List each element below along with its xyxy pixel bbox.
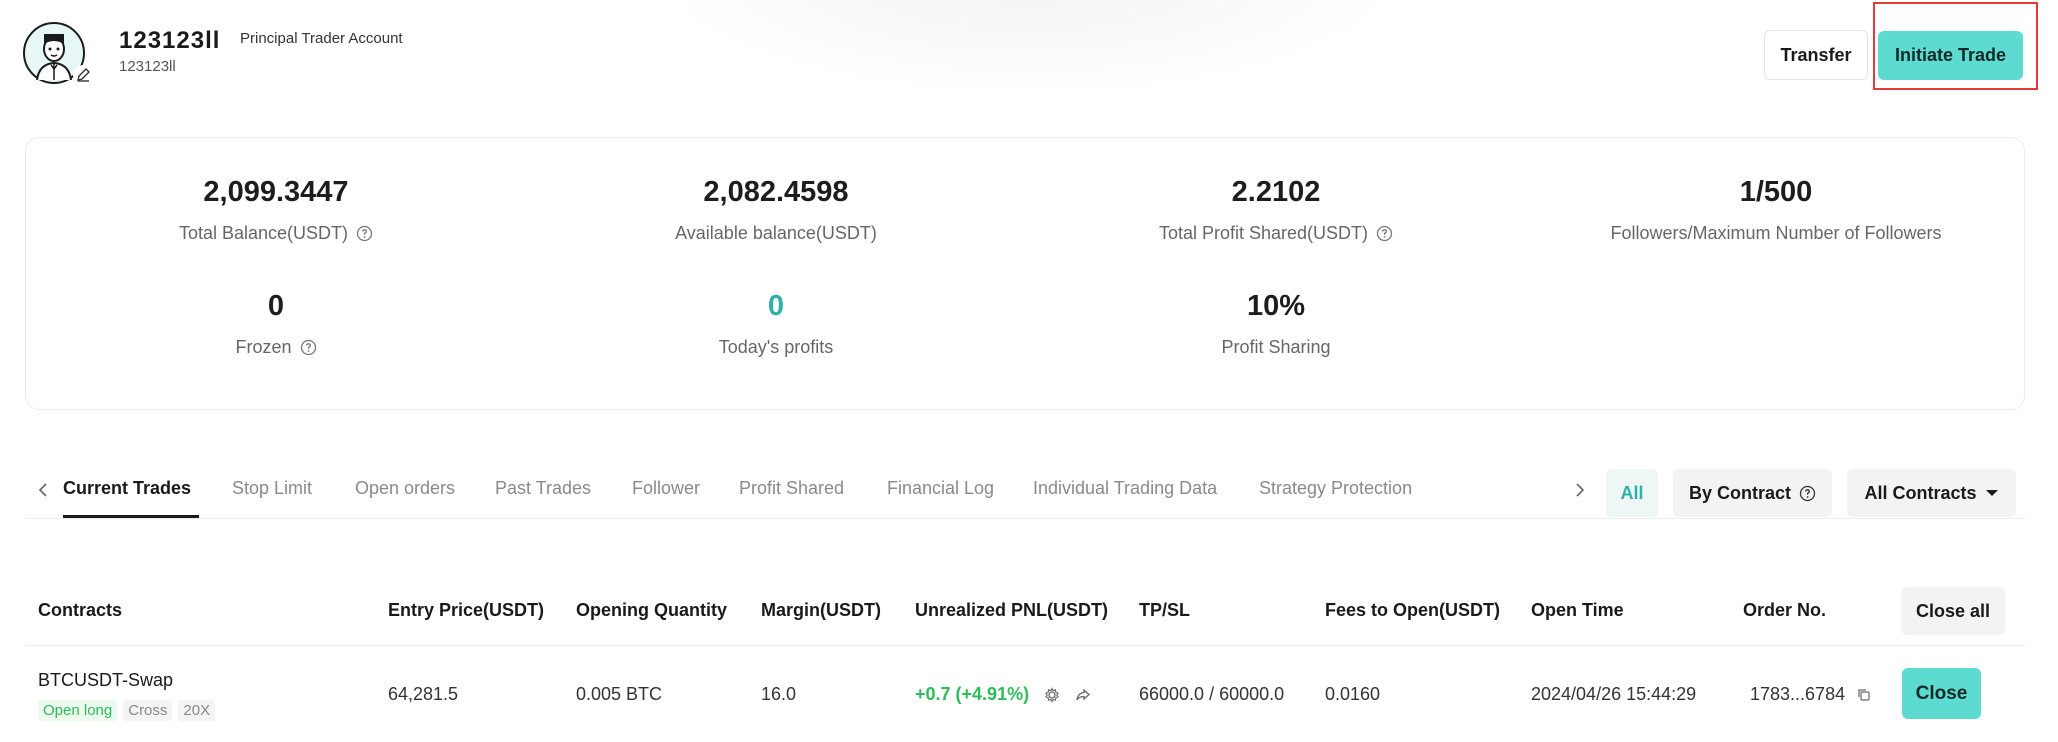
edit-pencil-icon[interactable] — [72, 64, 94, 86]
col-margin: Margin(USDT) — [761, 600, 881, 620]
stat-value: 2,082.4598 — [703, 176, 849, 208]
tab-strategy-protection[interactable]: Strategy Protection — [1259, 478, 1412, 499]
stat-value: 0 — [267, 290, 285, 322]
all-contracts-dropdown[interactable]: All Contracts — [1847, 469, 2016, 517]
contract-name: BTCUSDT-Swap — [38, 670, 174, 690]
info-icon — [1799, 485, 1816, 501]
stat-label-text: Today's profits — [718, 337, 834, 357]
tab-stop-limit[interactable]: Stop Limit — [232, 478, 312, 499]
active-tab-underline — [63, 515, 199, 518]
pnl-value: +0.7 (+4.91%) — [915, 684, 1030, 704]
stat-value: 10% — [1246, 290, 1306, 322]
stat-frozen: 0 Frozen — [26, 290, 526, 358]
stat-label-text: Followers/Maximum Number of Followers — [1610, 223, 1942, 243]
col-unrealized-pnl: Unrealized PNL(USDT) — [915, 600, 1109, 620]
account-type-label: Principal Trader Account — [240, 30, 403, 47]
stat-value: 2,099.3447 — [203, 176, 349, 208]
open-time-value: 2024/04/26 15:44:29 — [1531, 684, 1697, 704]
filter-all-button[interactable]: All — [1606, 469, 1658, 517]
filter-by-contract-label: By Contract — [1688, 482, 1791, 503]
tab-financial-log[interactable]: Financial Log — [887, 478, 994, 499]
user-name: 123123ll — [119, 27, 221, 54]
stat-value: 2.2102 — [1231, 176, 1321, 208]
header-glow — [650, 0, 1410, 100]
stat-label: Available balance(USDT) — [675, 223, 877, 244]
stat-label-text: Profit Sharing — [1221, 337, 1331, 357]
stat-value: 0 — [767, 290, 785, 322]
stat-label: Today's profits — [719, 337, 834, 358]
all-contracts-label: All Contracts — [1864, 482, 1977, 503]
info-icon[interactable] — [1376, 225, 1393, 242]
stat-label: Profit Sharing — [1221, 337, 1330, 358]
tag-open-long: Open long — [38, 700, 118, 721]
order-no-cell: 1783...6784 — [1750, 684, 1872, 705]
col-order-no: Order No. — [1743, 600, 1827, 620]
tab-profit-shared[interactable]: Profit Shared — [739, 478, 844, 499]
position-tags: Open long Cross 20X — [38, 700, 216, 721]
close-position-button[interactable]: Close — [1902, 668, 1981, 719]
filter-all-label: All — [1620, 482, 1644, 503]
stat-label-text: Available balance(USDT) — [675, 223, 877, 243]
fees-value: 0.0160 — [1325, 684, 1381, 704]
tab-past-trades[interactable]: Past Trades — [495, 478, 591, 499]
tab-current-trades[interactable]: Current Trades — [63, 478, 191, 499]
col-contracts: Contracts — [38, 600, 123, 620]
chevron-right-icon[interactable] — [1570, 481, 1588, 499]
settings-gear-icon[interactable] — [1044, 687, 1060, 703]
stat-label: Followers/Maximum Number of Followers — [1610, 223, 1941, 244]
stats-card: 2,099.3447 Total Balance(USDT) 2,082.459… — [25, 137, 2025, 410]
caret-down-icon — [1985, 490, 1998, 496]
stat-total-profit-shared: 2.2102 Total Profit Shared(USDT) — [1026, 176, 1526, 244]
stat-todays-profits: 0 Today's profits — [526, 290, 1026, 358]
table-divider — [25, 645, 2025, 646]
tab-individual-trading-data[interactable]: Individual Trading Data — [1033, 478, 1217, 499]
stat-followers: 1/500 Followers/Maximum Number of Follow… — [1526, 176, 2026, 244]
pnl-cell: +0.7 (+4.91%) — [915, 684, 1091, 705]
margin-value: 16.0 — [761, 684, 797, 704]
page-header: 123123ll 123123ll Principal Trader Accou… — [0, 0, 2058, 110]
copy-icon[interactable] — [1856, 687, 1872, 703]
stat-label-text: Total Profit Shared(USDT) — [1158, 223, 1369, 243]
info-icon[interactable] — [356, 225, 373, 242]
info-icon[interactable] — [300, 339, 317, 356]
col-entry-price: Entry Price(USDT) — [388, 600, 545, 620]
stat-label-text: Frozen — [235, 337, 292, 357]
tab-follower[interactable]: Follower — [632, 478, 700, 499]
stat-value: 1/500 — [1739, 176, 1813, 208]
tpsl-value: 66000.0 / 60000.0 — [1139, 684, 1285, 704]
col-tpsl: TP/SL — [1139, 600, 1191, 620]
transfer-button[interactable]: Transfer — [1764, 30, 1868, 80]
tab-open-orders[interactable]: Open orders — [355, 478, 455, 499]
user-id: 123123ll — [119, 58, 176, 75]
close-all-button[interactable]: Close all — [1901, 587, 2005, 635]
stat-label-text: Total Balance(USDT) — [178, 223, 349, 243]
filter-by-contract-button[interactable]: By Contract — [1673, 469, 1832, 517]
col-open-time: Open Time — [1531, 600, 1624, 620]
col-fees-to-open: Fees to Open(USDT) — [1325, 600, 1501, 620]
entry-price-value: 64,281.5 — [388, 684, 459, 704]
stat-profit-sharing: 10% Profit Sharing — [1026, 290, 1526, 358]
initiate-trade-button[interactable]: Initiate Trade — [1878, 31, 2023, 80]
tag-leverage: 20X — [178, 700, 216, 721]
chevron-left-icon[interactable] — [35, 481, 53, 499]
stat-label: Total Balance(USDT) — [179, 223, 373, 244]
stat-label: Frozen — [235, 337, 316, 358]
quantity-value: 0.005 BTC — [576, 684, 663, 704]
share-icon[interactable] — [1075, 687, 1091, 703]
stat-label: Total Profit Shared(USDT) — [1159, 223, 1393, 244]
stat-available-balance: 2,082.4598 Available balance(USDT) — [526, 176, 1026, 244]
order-no-value: 1783...6784 — [1750, 684, 1846, 704]
tag-margin-mode: Cross — [123, 700, 173, 721]
col-opening-quantity: Opening Quantity — [576, 600, 727, 620]
stat-total-balance: 2,099.3447 Total Balance(USDT) — [26, 176, 526, 244]
